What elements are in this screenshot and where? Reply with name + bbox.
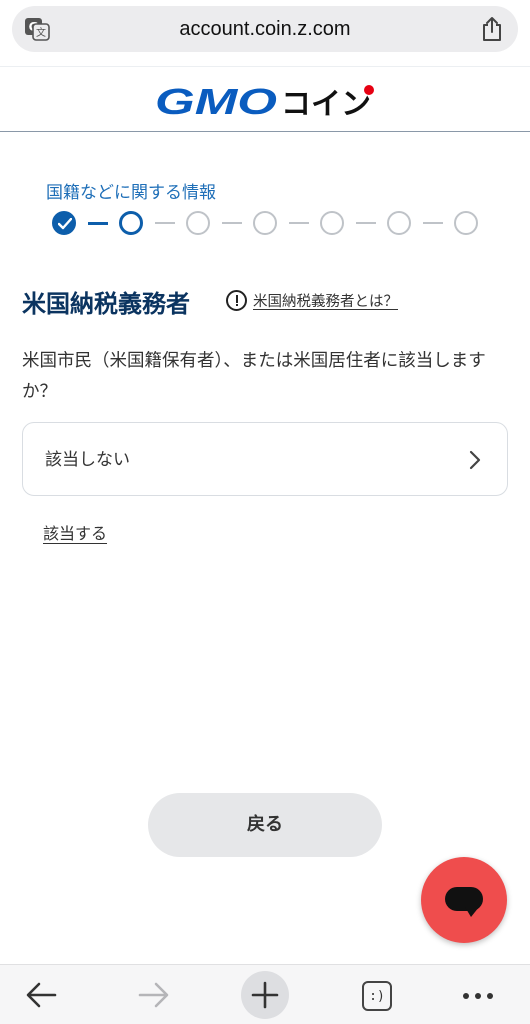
step-5	[320, 211, 344, 235]
applicable-link[interactable]: 該当する	[43, 520, 107, 544]
gmo-coin-logo[interactable]: GMO コイン	[155, 81, 385, 121]
tabs-button[interactable]: :)	[354, 975, 398, 1015]
site-header: GMO コイン	[0, 66, 530, 132]
svg-text:コイン: コイン	[281, 87, 371, 121]
step-3	[186, 211, 210, 235]
select-value: 該当しない	[45, 450, 130, 470]
step-connector	[155, 222, 175, 224]
chat-support-button[interactable]	[421, 857, 507, 943]
more-dots-icon[interactable]	[456, 975, 500, 1015]
chat-bubble-tail	[465, 907, 479, 917]
logo-graphic: GMO コイン	[155, 81, 374, 121]
step-connector	[289, 222, 309, 224]
step-connector	[356, 222, 376, 224]
step-connector	[88, 222, 108, 225]
tabs-icon: :)	[362, 981, 392, 1011]
share-icon[interactable]	[480, 16, 504, 42]
back-button[interactable]: 戻る	[148, 793, 382, 857]
step-7	[454, 211, 478, 235]
help-link-group[interactable]: 米国納税義務者とは？	[226, 289, 398, 311]
browser-toolbar: :)	[0, 964, 530, 1024]
url-text[interactable]: account.coin.z.com	[12, 6, 518, 52]
svg-text:GMO: GMO	[155, 81, 277, 121]
check-icon	[58, 218, 72, 230]
address-bar[interactable]: G 文 account.coin.z.com	[12, 6, 518, 52]
chevron-right-icon	[469, 450, 481, 470]
step-6	[387, 211, 411, 235]
new-tab-button[interactable]	[241, 971, 289, 1019]
step-1-complete	[52, 211, 76, 235]
step-connector	[423, 222, 443, 224]
question-text: 米国市民（米国籍保有者）、または米国居住者に該当しますか？	[22, 351, 486, 402]
info-icon	[226, 289, 247, 311]
page-title: 米国納税義務者	[22, 290, 190, 318]
new-tab-plus-icon	[251, 981, 279, 1009]
us-taxpayer-select[interactable]: 該当しない	[22, 422, 508, 496]
step-4	[253, 211, 277, 235]
browser-top-bar: G 文 account.coin.z.com	[0, 0, 530, 64]
progress-stepper	[52, 210, 482, 236]
step-2-current	[119, 211, 143, 235]
back-arrow-icon[interactable]	[21, 975, 65, 1015]
step-connector	[222, 222, 242, 224]
progress-section-title: 国籍などに関する情報	[46, 183, 216, 203]
us-taxpayer-help-link[interactable]: 米国納税義務者とは？	[253, 290, 398, 311]
forward-arrow-icon[interactable]	[132, 975, 176, 1015]
